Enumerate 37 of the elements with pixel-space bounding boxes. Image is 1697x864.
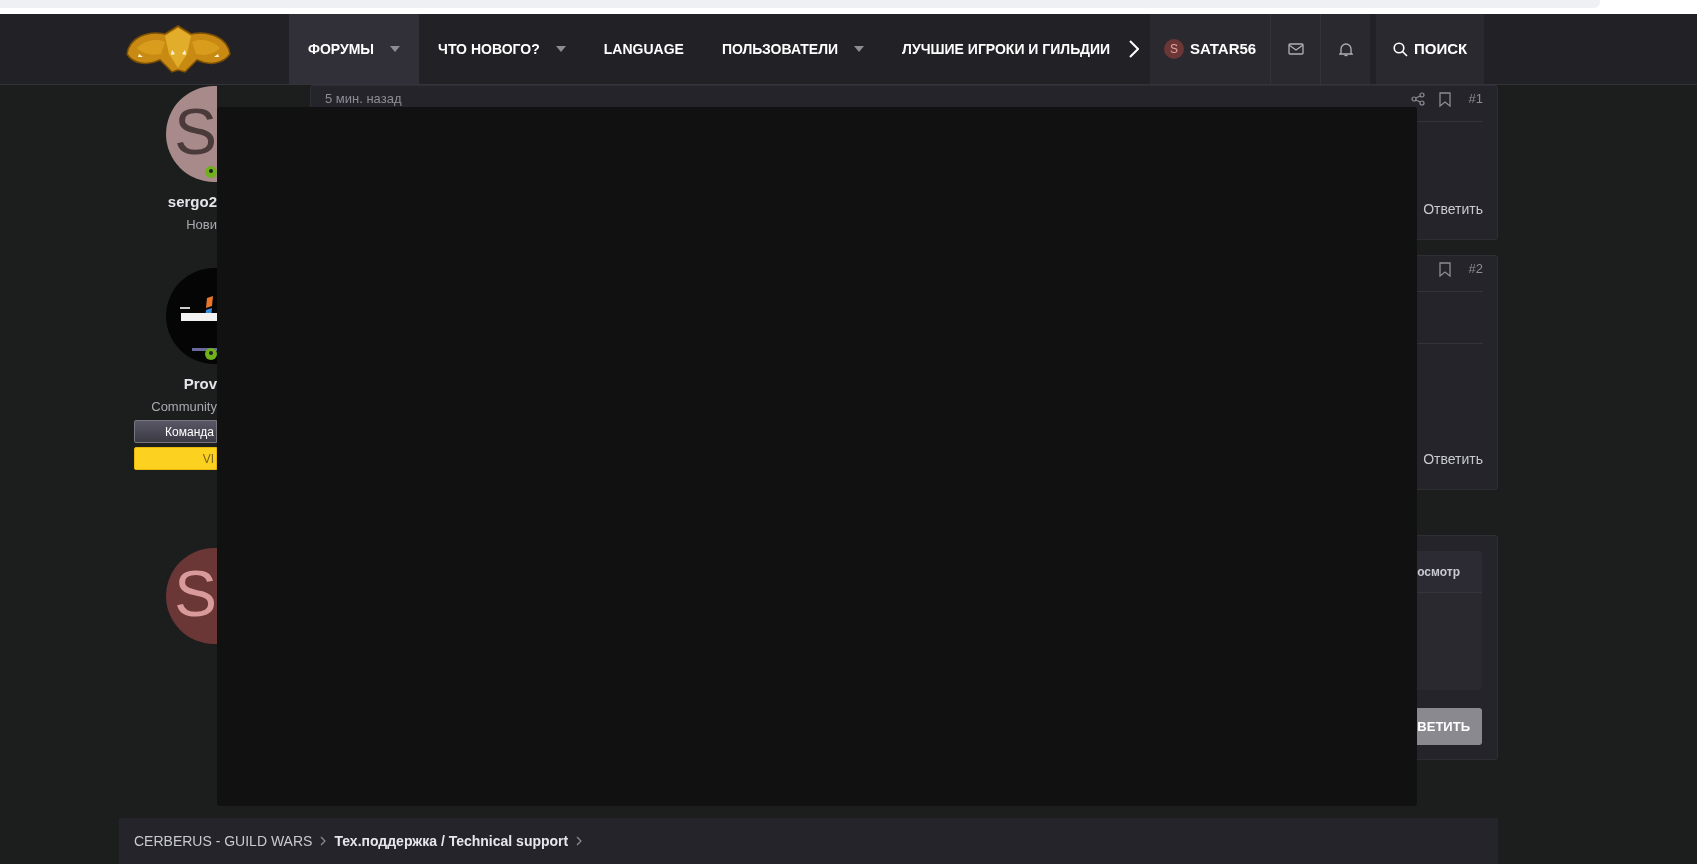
- nav-tab[interactable]: ПОЛЬЗОВАТЕЛИ: [702, 14, 884, 84]
- username[interactable]: sergo2: [167, 191, 217, 214]
- chevron-right-icon[interactable]: [1129, 40, 1140, 58]
- username[interactable]: Prov: [183, 373, 217, 396]
- breadcrumb-link[interactable]: Тех.поддержка / Technical support: [334, 830, 569, 852]
- reply-link[interactable]: Ответить: [1423, 449, 1483, 470]
- reply-link[interactable]: Ответить: [1423, 199, 1483, 220]
- user-title: Community: [151, 397, 217, 416]
- breadcrumb-link[interactable]: CERBERUS - GUILD WARS: [134, 830, 313, 852]
- chevron-right-icon: [576, 836, 583, 846]
- post-number[interactable]: #1: [1468, 89, 1483, 109]
- nav-tab[interactable]: ФОРУМЫ: [289, 14, 420, 84]
- nav-tab[interactable]: ЛУЧШИЕ ИГРОКИ И ГИЛЬДИИ: [883, 14, 1130, 84]
- search-button[interactable]: ПОИСК: [1376, 14, 1485, 84]
- mail-icon: [1287, 43, 1304, 55]
- post-time[interactable]: 5 мин. назад: [325, 89, 402, 109]
- avatar-letter: S: [174, 100, 217, 168]
- user-banner: Команда: [134, 420, 217, 443]
- bookmark-icon[interactable]: [1438, 261, 1451, 277]
- user-menu[interactable]: S SATAR56: [1150, 14, 1271, 84]
- preview-tab[interactable]: осмотр: [1417, 562, 1460, 581]
- username: SATAR56: [1190, 38, 1257, 59]
- nav-tab[interactable]: ЧТО НОВОГО?: [419, 14, 585, 84]
- chevron-right-icon: [320, 836, 327, 846]
- notifications-button[interactable]: [1320, 14, 1371, 84]
- share-icon[interactable]: [1410, 92, 1425, 106]
- post-number[interactable]: #2: [1468, 259, 1483, 279]
- user-banner: VI: [134, 447, 217, 470]
- bookmark-icon[interactable]: [1438, 91, 1451, 107]
- user-title: Нови: [186, 215, 217, 234]
- avatar-letter: S: [174, 562, 217, 630]
- nav-tab[interactable]: LANGUAGE: [584, 14, 703, 84]
- user-avatar: S: [1164, 39, 1185, 59]
- search-icon: [1393, 41, 1408, 57]
- bell-icon: [1338, 41, 1353, 57]
- avatar[interactable]: S: [166, 548, 217, 644]
- messages-button[interactable]: [1270, 14, 1321, 84]
